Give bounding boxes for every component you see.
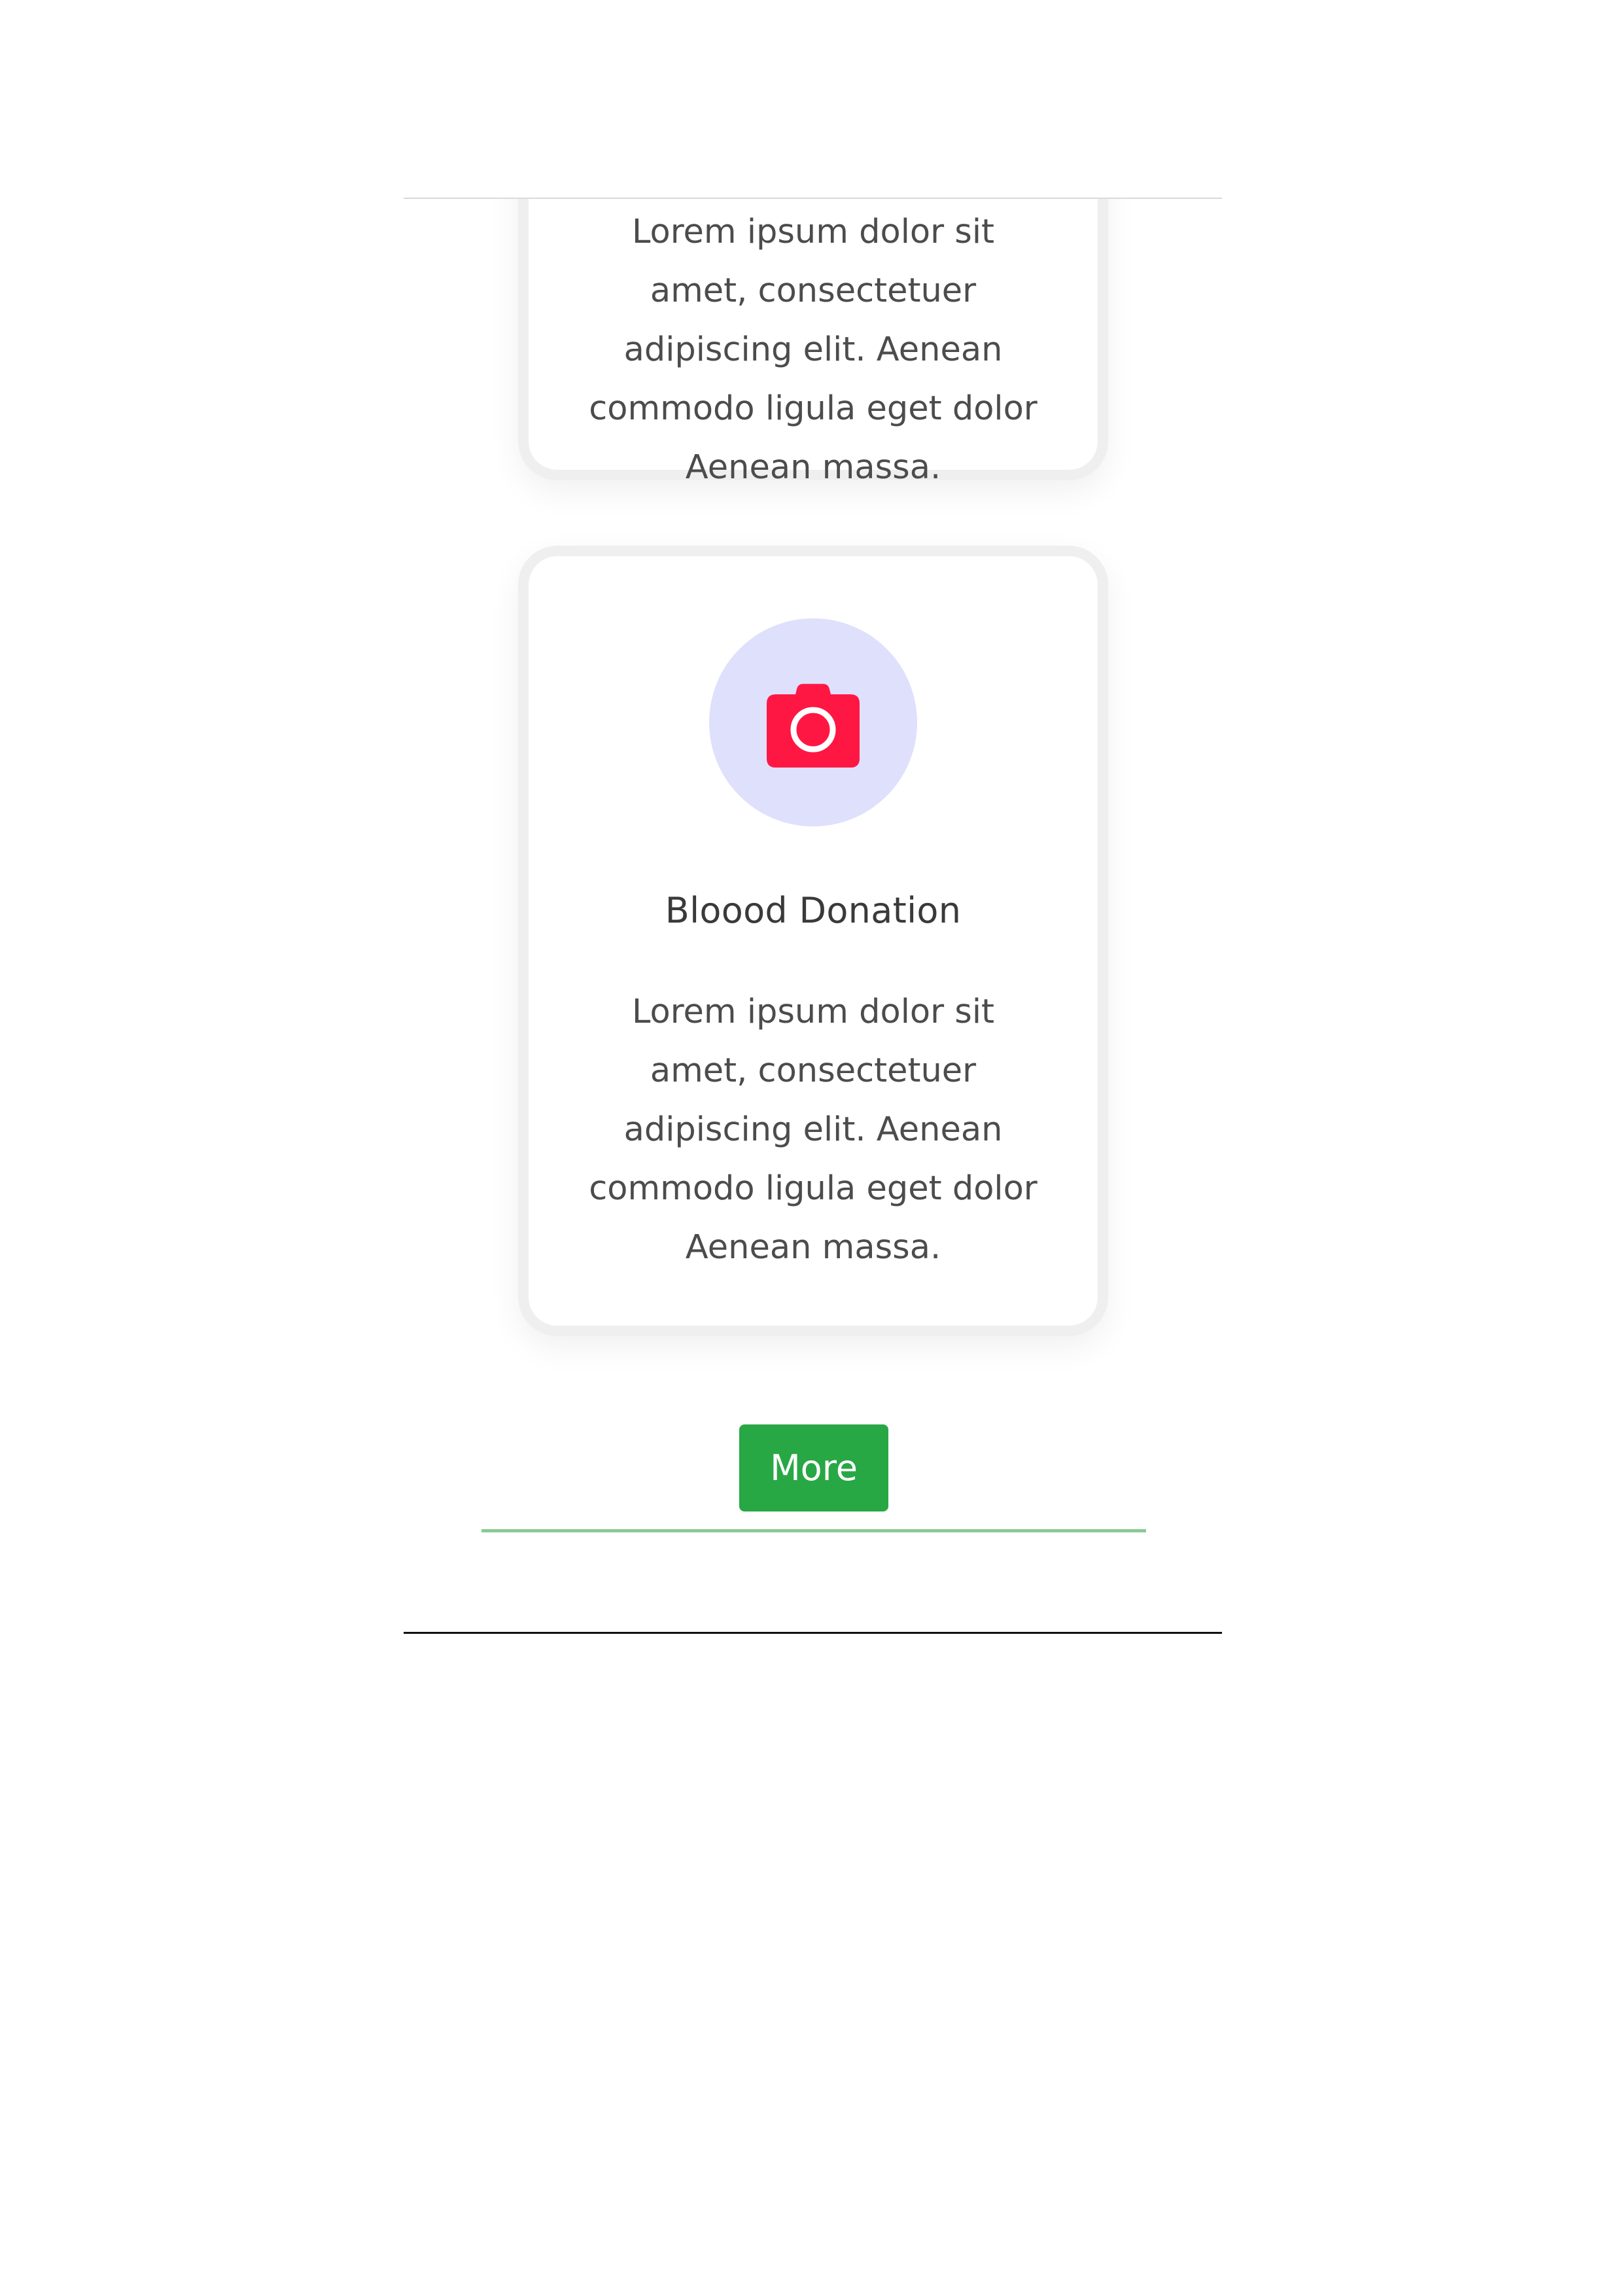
card-title: Bloood Donation — [665, 890, 962, 931]
mobile-viewport: Lorem ipsum dolor sit amet, consectetuer… — [404, 198, 1222, 1634]
service-card: Lorem ipsum dolor sit amet, consectetuer… — [518, 199, 1108, 487]
card-description: Lorem ipsum dolor sit amet, consectetuer… — [589, 213, 1038, 487]
section-divider — [481, 1529, 1146, 1532]
icon-circle — [709, 618, 917, 826]
service-card-blood-donation: Bloood Donation Lorem ipsum dolor sit am… — [518, 546, 1108, 1336]
card-description: Lorem ipsum dolor sit amet, consectetuer… — [589, 993, 1038, 1267]
camera-icon — [767, 684, 860, 768]
more-button[interactable]: More — [739, 1424, 888, 1511]
